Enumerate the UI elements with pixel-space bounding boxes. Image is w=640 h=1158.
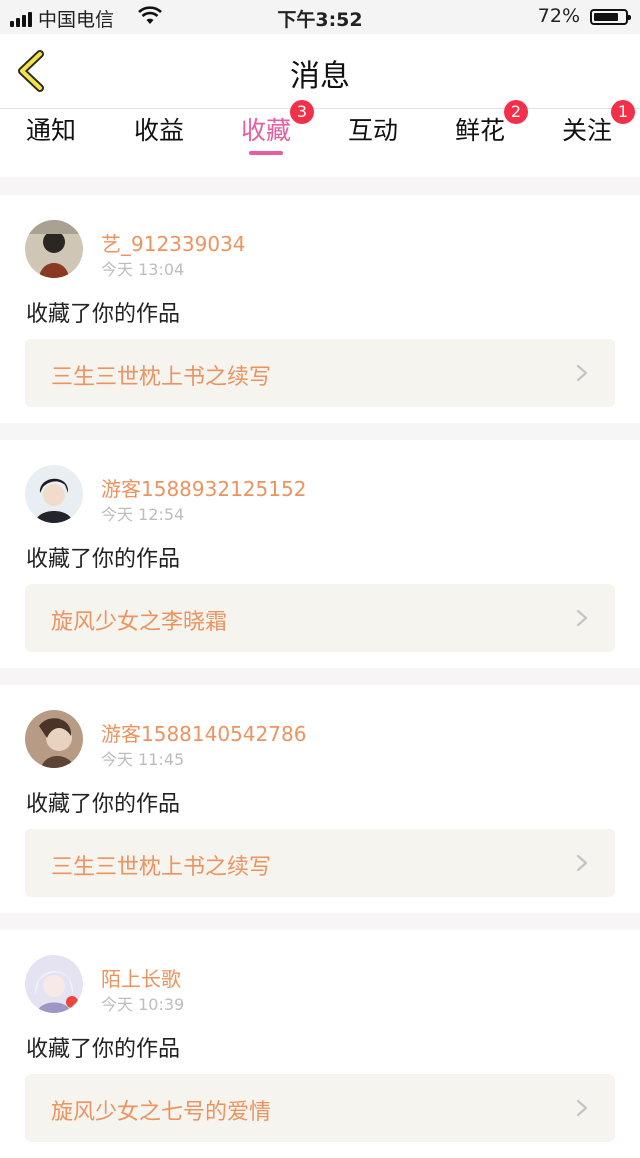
username[interactable]: 游客1588140542786 (101, 718, 306, 747)
tab-notifications[interactable]: 通知 (1, 109, 101, 177)
status-bar: 中国电信 下午3:52 72% (0, 0, 640, 34)
page-title: 消息 (290, 59, 350, 94)
tab-bar: 通知 收益 收藏 3 互动 鲜花 2 关注 1 (0, 100, 640, 177)
tab-label: 收益 (133, 116, 184, 145)
action-text: 收藏了你的作品 (26, 1037, 181, 1062)
tab-label: 关注 (561, 116, 612, 145)
tab-following[interactable]: 关注 1 (537, 100, 637, 177)
username[interactable]: 陌上长歌 (101, 963, 181, 992)
tab-interactions[interactable]: 互动 (323, 109, 423, 177)
timestamp: 今天 10:39 (101, 995, 185, 1014)
message-card: 艺_912339034 今天 13:04 收藏了你的作品 三生三世枕上书之续写 (0, 195, 640, 423)
battery-percent: 72% (537, 5, 580, 27)
username[interactable]: 游客1588932125152 (101, 473, 306, 502)
message-card: 游客1588932125152 今天 12:54 收藏了你的作品 旋风少女之李晓… (0, 440, 640, 668)
battery-icon (590, 9, 631, 25)
tab-label: 鲜花 (454, 116, 505, 145)
tab-badge: 2 (504, 100, 528, 124)
avatar[interactable] (25, 710, 83, 768)
action-text: 收藏了你的作品 (26, 547, 181, 572)
chevron-right-icon (576, 609, 588, 627)
avatar[interactable] (25, 220, 83, 278)
chevron-right-icon (576, 1099, 588, 1117)
chevron-right-icon (576, 364, 588, 382)
timestamp: 今天 13:04 (101, 260, 185, 279)
action-text: 收藏了你的作品 (26, 792, 181, 817)
tab-badge: 1 (611, 100, 635, 124)
work-title: 旋风少女之七号的爱情 (51, 1100, 272, 1125)
tab-label: 通知 (25, 116, 76, 145)
avatar[interactable] (25, 955, 83, 1013)
work-link[interactable]: 三生三世枕上书之续写 (25, 829, 615, 897)
nav-bar: 消息 (0, 34, 640, 109)
tab-flowers[interactable]: 鲜花 2 (430, 100, 530, 177)
action-text: 收藏了你的作品 (26, 302, 181, 327)
work-link[interactable]: 旋风少女之李晓霜 (25, 584, 615, 652)
work-link[interactable]: 三生三世枕上书之续写 (25, 339, 615, 407)
chevron-right-icon (576, 854, 588, 872)
active-tab-indicator (249, 151, 283, 155)
message-card: 游客1588140542786 今天 11:45 收藏了你的作品 三生三世枕上书… (0, 685, 640, 913)
username[interactable]: 艺_912339034 (101, 228, 246, 257)
tab-label: 收藏 (240, 116, 291, 145)
tab-label: 互动 (347, 116, 398, 145)
tab-earnings[interactable]: 收益 (109, 109, 209, 177)
tab-favorites[interactable]: 收藏 3 (216, 100, 316, 177)
work-link[interactable]: 旋风少女之七号的爱情 (25, 1074, 615, 1142)
avatar[interactable] (25, 465, 83, 523)
timestamp: 今天 11:45 (101, 750, 185, 769)
tab-badge: 3 (290, 100, 314, 124)
work-title: 三生三世枕上书之续写 (51, 365, 272, 390)
timestamp: 今天 12:54 (101, 505, 185, 524)
work-title: 三生三世枕上书之续写 (51, 855, 272, 880)
message-card: 陌上长歌 今天 10:39 收藏了你的作品 旋风少女之七号的爱情 (0, 930, 640, 1158)
work-title: 旋风少女之李晓霜 (51, 610, 228, 635)
